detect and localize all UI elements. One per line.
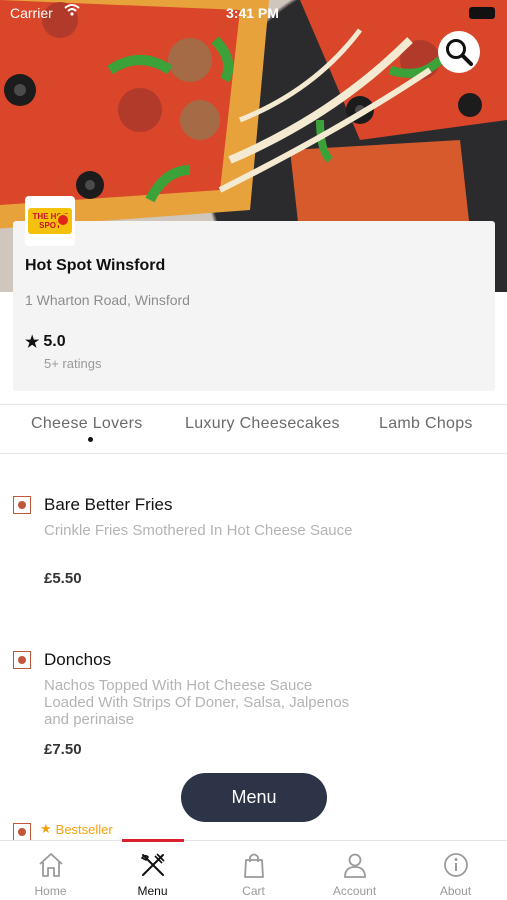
search-icon: [446, 39, 473, 66]
item-name: Bare Better Fries: [44, 495, 173, 514]
nav-home-label: Home: [34, 884, 67, 898]
info-icon: [443, 853, 468, 877]
tab-lamb-chops[interactable]: Lamb Chops: [379, 415, 473, 433]
nav-about-label: About: [439, 884, 472, 898]
logo-badge: THE HOT SPOT: [28, 208, 72, 234]
rating: ★ 5.0: [25, 332, 66, 352]
bestseller-badge: ★ Bestseller: [40, 821, 113, 837]
category-tabs: Cheese Lovers Luxury Cheesecakes Lamb Ch…: [0, 404, 507, 454]
bag-icon: [243, 853, 264, 878]
nav-home[interactable]: Home: [0, 841, 101, 900]
rating-value: 5.0: [43, 333, 66, 350]
nav-cart-label: Cart: [242, 884, 265, 898]
restaurant-card: THE HOT SPOT Hot Spot Winsford 1 Wharton…: [13, 196, 495, 391]
item-marker-icon: [13, 651, 31, 669]
restaurant-address: 1 Wharton Road, Winsford: [25, 292, 190, 308]
restaurant-logo: THE HOT SPOT: [25, 196, 75, 246]
status-bar: Carrier 3:41 PM: [0, 0, 507, 26]
nav-menu[interactable]: Menu: [102, 841, 203, 900]
status-time: 3:41 PM: [226, 5, 279, 21]
wifi-icon: [64, 3, 80, 20]
bottom-nav: Home Menu Cart Account About: [0, 839, 507, 900]
nav-about[interactable]: About: [405, 841, 506, 900]
person-icon: [343, 853, 366, 878]
item-marker-icon: [13, 496, 31, 514]
search-button[interactable]: [438, 31, 480, 73]
carrier-label: Carrier: [10, 5, 53, 21]
logo-circle: [56, 213, 70, 227]
nav-cart[interactable]: Cart: [203, 841, 304, 900]
star-icon: ★: [25, 334, 40, 351]
tab-luxury-cheesecakes[interactable]: Luxury Cheesecakes: [185, 415, 340, 433]
tab-cheese-lovers[interactable]: Cheese Lovers: [31, 415, 143, 433]
fork-knife-icon: [140, 853, 165, 876]
item-name: Donchos: [44, 650, 112, 669]
star-icon: ★: [40, 821, 52, 836]
active-tab-indicator: [88, 437, 93, 442]
nav-account[interactable]: Account: [304, 841, 405, 900]
item-price: £7.50: [44, 741, 82, 758]
nav-account-label: Account: [332, 884, 377, 898]
home-icon: [38, 853, 63, 877]
bestseller-label: Bestseller: [55, 821, 113, 837]
menu-floating-button[interactable]: Menu: [181, 773, 327, 822]
item-price: £5.50: [44, 570, 82, 587]
menu-button-label: Menu: [231, 787, 277, 807]
item-description: Crinkle Fries Smothered In Hot Cheese Sa…: [44, 522, 353, 539]
rating-count: 5+ ratings: [44, 356, 102, 371]
item-description: Nachos Topped With Hot Cheese Sauce Load…: [44, 677, 350, 728]
restaurant-name: Hot Spot Winsford: [25, 257, 166, 274]
nav-menu-label: Menu: [137, 884, 168, 898]
battery-icon: [469, 7, 495, 19]
item-marker-icon: [13, 823, 31, 841]
